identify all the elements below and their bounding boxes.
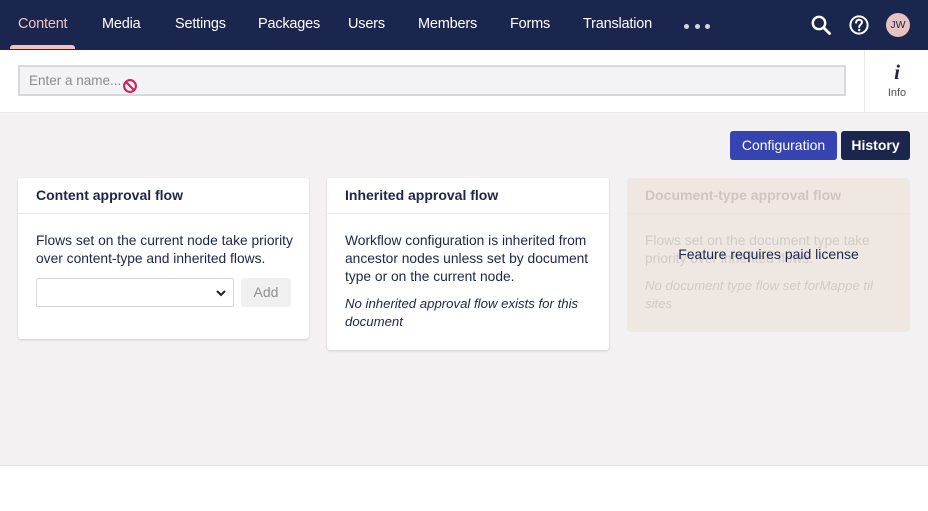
card-title: Inherited approval flow (327, 178, 609, 214)
paid-license-notice: Feature requires paid license (678, 246, 859, 262)
workflow-config-panel: Configuration History Content approval f… (0, 113, 928, 466)
card-title: Document-type approval flow (627, 178, 910, 214)
nav-item-users[interactable]: Users (348, 0, 385, 50)
info-button[interactable]: i Info (864, 50, 928, 113)
nav-item-translation[interactable]: Translation (583, 0, 652, 50)
nav-item-content[interactable]: Content (18, 0, 68, 50)
card-description: Flows set on the current node take prior… (36, 233, 293, 266)
card-title: Content approval flow (18, 178, 309, 214)
card-note: No document type flow set forMappe til s… (645, 278, 873, 311)
document-type-approval-flow-card: Document-type approval flow Flows set on… (627, 178, 910, 332)
nav-item-packages[interactable]: Packages (258, 0, 320, 50)
search-icon[interactable] (810, 14, 832, 36)
nav-item-settings[interactable]: Settings (175, 0, 226, 50)
add-button[interactable]: Add (241, 278, 291, 307)
avatar[interactable]: JW (886, 13, 910, 37)
inherited-approval-flow-card: Inherited approval flow Workflow configu… (327, 178, 609, 350)
content-approval-flow-card: Content approval flow Flows set on the c… (18, 178, 309, 339)
chevron-down-icon (216, 290, 226, 297)
ellipsis-icon[interactable] (684, 23, 710, 29)
configuration-button[interactable]: Configuration (730, 131, 837, 160)
editor-header (0, 50, 928, 113)
name-input[interactable] (18, 65, 846, 96)
info-icon: i (894, 60, 900, 84)
card-note: No inherited approval flow exists for th… (345, 296, 579, 329)
nav-item-forms[interactable]: Forms (510, 0, 550, 50)
history-button[interactable]: History (841, 131, 910, 160)
card-description: Workflow configuration is inherited from… (345, 233, 589, 284)
info-label: Info (887, 87, 907, 99)
active-tab-indicator (10, 45, 75, 49)
flow-select[interactable] (36, 278, 234, 307)
no-entry-icon (123, 79, 137, 93)
nav-item-members[interactable]: Members (418, 0, 477, 50)
help-icon[interactable] (848, 14, 870, 36)
top-navigation: Content Media Settings Packages Users Me… (0, 0, 928, 50)
nav-item-media[interactable]: Media (102, 0, 141, 50)
